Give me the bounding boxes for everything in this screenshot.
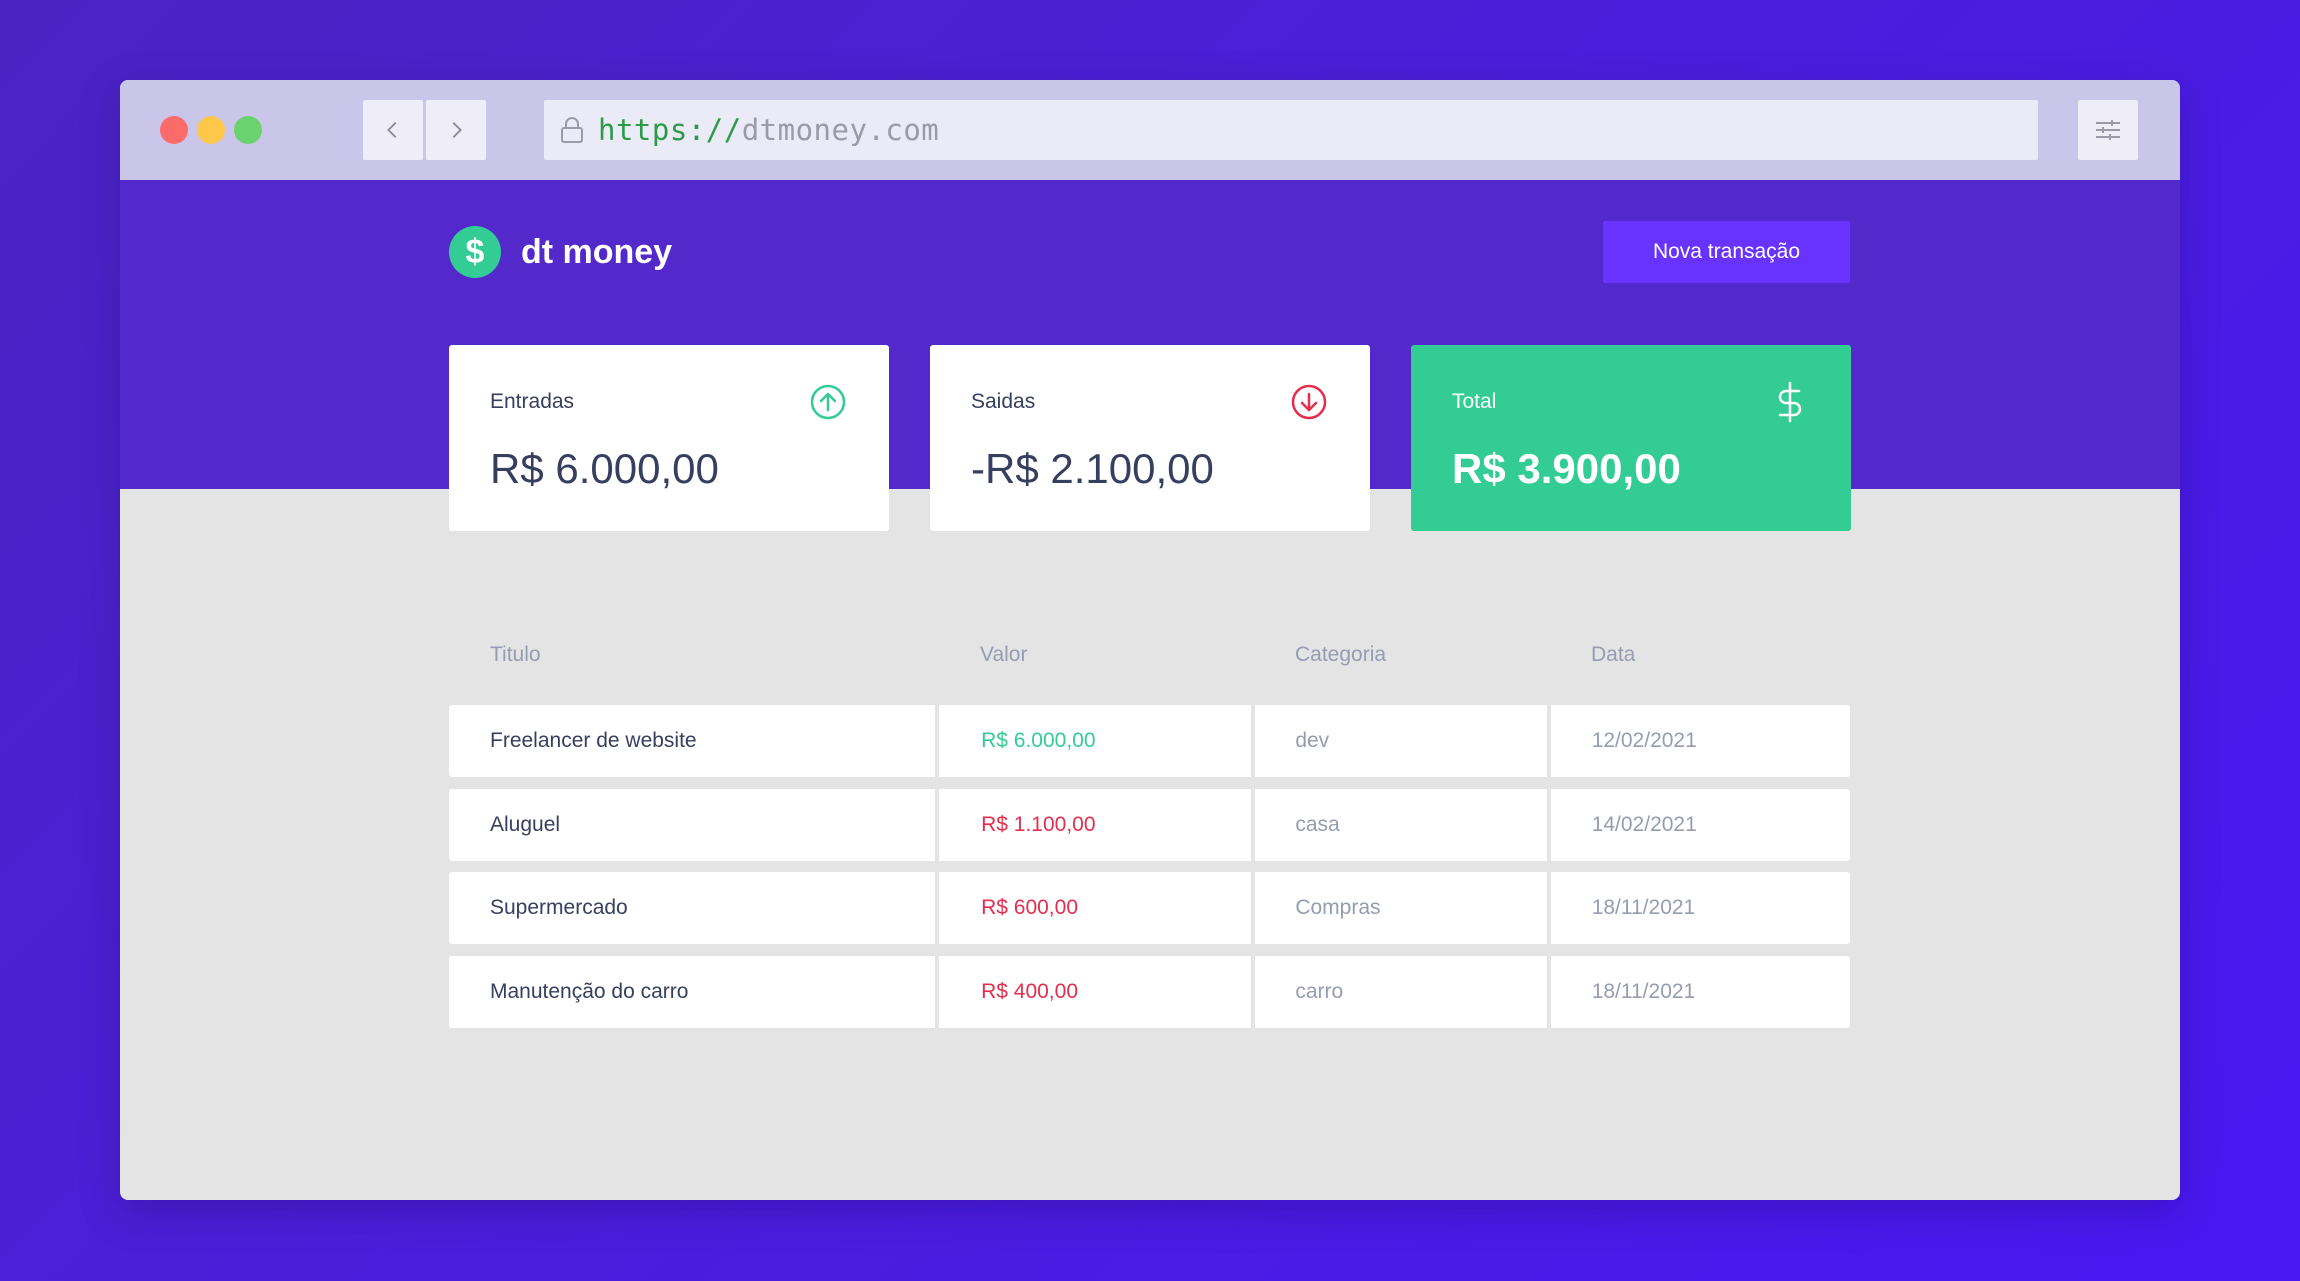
url-host: dtmoney.com [741,113,940,147]
row-date: 18/11/2021 [1550,872,1850,944]
table-row[interactable]: Freelancer de website R$ 6.000,00 dev 12… [449,705,1850,777]
income-label: Entradas [490,390,575,413]
column-header-date: Data [1591,643,1636,666]
total-amount: R$ 3.900,00 [1452,445,1681,492]
forward-button[interactable] [426,100,486,160]
new-transaction-button[interactable]: Nova transação [1603,221,1850,283]
column-header-category: Categoria [1295,643,1387,666]
close-window-button[interactable] [160,116,188,144]
app-name: dt money [521,232,673,271]
row-value: R$ 600,00 [939,872,1252,944]
total-label: Total [1452,390,1497,413]
row-title: Supermercado [449,872,936,944]
maximize-window-button[interactable] [234,116,262,144]
minimize-window-button[interactable] [197,116,225,144]
dollar-icon [1771,381,1809,423]
back-button[interactable] [363,100,423,160]
lock-icon [558,116,586,144]
url-protocol: https:// [598,113,742,147]
row-title: Manutenção do carro [449,956,936,1028]
table-row[interactable]: Aluguel R$ 1.100,00 casa 14/02/2021 [449,789,1850,861]
row-value: R$ 6.000,00 [939,705,1252,777]
address-bar[interactable]: https://dtmoney.com [544,100,2038,160]
row-category: carro [1255,956,1547,1028]
row-value: R$ 400,00 [939,956,1252,1028]
column-header-title: Titulo [490,643,541,666]
row-date: 14/02/2021 [1550,789,1850,861]
chevron-left-icon [387,122,397,138]
row-title: Freelancer de website [449,705,936,777]
row-category: dev [1255,705,1547,777]
row-date: 18/11/2021 [1550,956,1850,1028]
app-logo: $ dt money [449,226,672,278]
table-row[interactable]: Supermercado R$ 600,00 Compras 18/11/202… [449,872,1850,944]
income-card: Entradas R$ 6.000,00 [449,345,889,531]
arrow-up-circle-icon [809,383,847,421]
row-value: R$ 1.100,00 [939,789,1252,861]
row-category: casa [1255,789,1547,861]
outcome-label: Saidas [971,390,1036,413]
outcome-amount: -R$ 2.100,00 [971,445,1214,492]
browser-window: https://dtmoney.com $ dt money Nova tran… [120,80,2180,1200]
column-header-value: Valor [980,643,1028,666]
sliders-icon [2096,120,2120,140]
arrow-down-circle-icon [1290,383,1328,421]
dollar-coin-icon: $ [449,226,501,278]
row-title: Aluguel [449,789,936,861]
row-date: 12/02/2021 [1550,705,1850,777]
settings-button[interactable] [2078,100,2138,160]
outcome-card: Saidas -R$ 2.100,00 [930,345,1370,531]
browser-toolbar: https://dtmoney.com [120,80,2180,180]
income-amount: R$ 6.000,00 [490,445,719,492]
row-category: Compras [1255,872,1547,944]
table-row[interactable]: Manutenção do carro R$ 400,00 carro 18/1… [449,956,1850,1028]
total-card: Total R$ 3.900,00 [1411,345,1851,531]
url-text: https://dtmoney.com [598,113,939,147]
chevron-right-icon [452,122,462,138]
